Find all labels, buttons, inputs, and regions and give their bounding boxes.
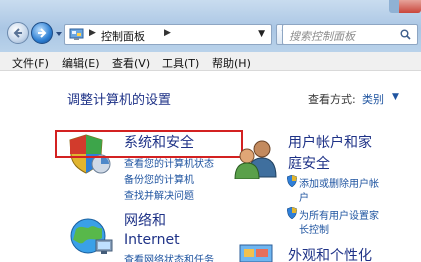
category-user-accounts-line1[interactable]: 用户帐户和家 xyxy=(288,134,372,152)
breadcrumb-separator-icon[interactable]: ▶ xyxy=(164,28,171,38)
back-arrow-icon xyxy=(13,28,22,38)
menu-help[interactable]: 帮助(H) xyxy=(212,55,251,71)
menu-file[interactable]: 文件(F) xyxy=(12,55,49,71)
link-parental-controls[interactable]: 为所有用户设置家 xyxy=(299,207,379,222)
link-troubleshoot[interactable]: 查找并解决问题 xyxy=(124,187,194,202)
menu-tools[interactable]: 工具(T) xyxy=(162,55,199,71)
forward-button[interactable] xyxy=(31,22,53,44)
category-appearance[interactable]: 外观和个性化 xyxy=(288,247,372,262)
address-dropdown-icon[interactable]: ▼ xyxy=(258,29,265,39)
breadcrumb-separator-icon: ▶ xyxy=(89,28,96,38)
view-by-label: 查看方式: xyxy=(308,93,356,106)
link-backup-computer[interactable]: 备份您的计算机 xyxy=(124,171,194,186)
menu-bar: 文件(F) 编辑(E) 查看(V) 工具(T) 帮助(H) xyxy=(0,52,421,71)
recent-pages-dropdown-icon[interactable] xyxy=(55,30,63,38)
back-button[interactable] xyxy=(7,22,29,44)
search-placeholder: 搜索控制面板 xyxy=(289,30,355,43)
breadcrumb-control-panel[interactable]: 控制面板 xyxy=(101,28,145,44)
control-panel-icon xyxy=(69,28,84,40)
link-add-remove-accounts[interactable]: 添加或删除用户帐 xyxy=(299,175,379,190)
chevron-down-icon[interactable]: ▼ xyxy=(392,92,399,102)
link-view-computer-status[interactable]: 查看您的计算机状态 xyxy=(124,155,214,170)
link-add-remove-accounts-line2[interactable]: 户 xyxy=(299,189,309,204)
appearance-icon[interactable] xyxy=(236,243,276,262)
users-icon[interactable] xyxy=(232,139,280,179)
page-title: 调整计算机的设置 xyxy=(67,93,172,108)
shield-icon xyxy=(287,207,297,219)
category-network-line1[interactable]: 网络和 xyxy=(124,212,166,230)
network-globe-icon[interactable] xyxy=(68,214,116,260)
window-chrome: ▶ 控制面板 ▶ ▼ ↻ 搜索控制面板 xyxy=(0,0,421,52)
menu-edit[interactable]: 编辑(E) xyxy=(62,55,100,71)
category-user-accounts-line2[interactable]: 庭安全 xyxy=(288,155,330,173)
menu-view[interactable]: 查看(V) xyxy=(112,55,150,71)
window-controls xyxy=(383,0,421,13)
link-network-status[interactable]: 查看网络状态和任务 xyxy=(124,251,214,262)
forward-arrow-icon xyxy=(38,28,47,38)
search-box[interactable]: 搜索控制面板 xyxy=(282,24,418,45)
category-system-security[interactable]: 系统和安全 xyxy=(124,134,194,152)
view-by-selector[interactable]: 类别 xyxy=(362,91,384,107)
category-network-line2[interactable]: Internet xyxy=(124,231,180,249)
close-button[interactable] xyxy=(399,0,421,13)
address-bar[interactable]: ▶ 控制面板 ▶ ▼ xyxy=(64,24,272,45)
minimize-button[interactable] xyxy=(389,0,399,13)
control-panel-content: 调整计算机的设置 查看方式: 类别 ▼ 系统和安全 查看您的计算机状态 备份您的… xyxy=(0,71,421,262)
shield-icon xyxy=(287,175,297,187)
search-icon[interactable] xyxy=(400,29,411,40)
link-parental-controls-line2[interactable]: 长控制 xyxy=(299,221,329,236)
